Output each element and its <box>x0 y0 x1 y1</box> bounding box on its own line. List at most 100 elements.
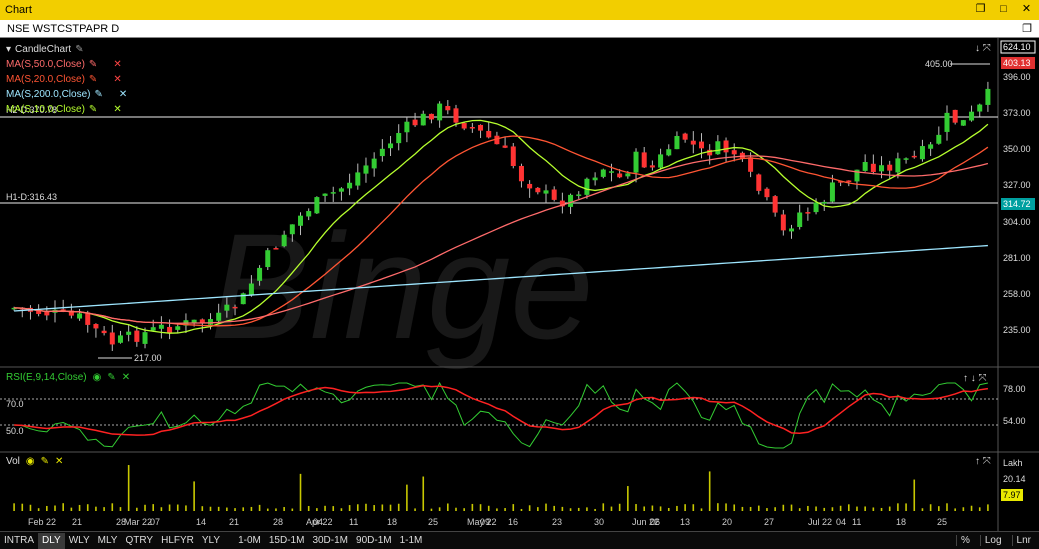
pencil-icon[interactable]: ✎ <box>75 42 83 57</box>
candle[interactable] <box>608 171 614 173</box>
remove-icon[interactable]: ✕ <box>55 456 63 467</box>
percent-toggle[interactable]: % <box>955 535 974 546</box>
candle[interactable] <box>322 193 328 196</box>
candle[interactable] <box>879 165 885 172</box>
candle[interactable] <box>952 109 958 123</box>
candle[interactable] <box>461 123 467 129</box>
candle[interactable] <box>355 172 361 186</box>
remove-icon[interactable]: ✕ <box>113 72 121 87</box>
interval-intra[interactable]: INTRA <box>0 533 38 549</box>
close-icon[interactable]: ✕ <box>1020 3 1033 16</box>
candle[interactable] <box>216 312 222 321</box>
candle[interactable] <box>44 311 50 316</box>
candle[interactable] <box>576 194 582 196</box>
candle[interactable] <box>167 326 173 333</box>
candle[interactable] <box>649 165 655 168</box>
candle[interactable] <box>437 103 443 121</box>
remove-icon[interactable]: ✕ <box>113 102 121 117</box>
candle[interactable] <box>273 248 279 250</box>
vol-label[interactable]: Vol <box>6 456 20 467</box>
candle[interactable] <box>944 112 950 132</box>
candle[interactable] <box>388 143 394 149</box>
candle[interactable] <box>486 130 492 138</box>
pencil-icon[interactable]: ✎ <box>41 456 49 467</box>
legend-ma200[interactable]: MA(S,200.0,Close) <box>6 87 90 102</box>
linear-toggle[interactable]: Lnr <box>1011 535 1035 546</box>
candle[interactable] <box>813 202 819 213</box>
candle[interactable] <box>404 121 410 133</box>
candle[interactable] <box>936 134 942 144</box>
vol-panel-arrows-icon[interactable]: ↑ ⤧ <box>975 456 991 467</box>
candle[interactable] <box>77 313 83 319</box>
candle[interactable] <box>314 197 320 214</box>
candle[interactable] <box>903 158 909 160</box>
candle[interactable] <box>764 188 770 198</box>
candle[interactable] <box>298 215 304 226</box>
candle[interactable] <box>265 250 271 268</box>
candle[interactable] <box>870 163 876 173</box>
candle[interactable] <box>985 88 991 105</box>
interval-hlfyr[interactable]: HLFYR <box>157 533 198 549</box>
remove-icon[interactable]: ✕ <box>113 57 121 72</box>
legend-ma50[interactable]: MA(S,50.0,Close) <box>6 57 85 72</box>
candle[interactable] <box>150 327 156 331</box>
restore-icon[interactable]: ❐ <box>974 3 987 16</box>
candle[interactable] <box>911 155 917 158</box>
candle[interactable] <box>518 165 524 182</box>
eye-icon[interactable]: ◉ <box>26 456 35 467</box>
candle[interactable] <box>789 228 795 232</box>
interval-mly[interactable]: MLY <box>94 533 122 549</box>
candle[interactable] <box>535 187 541 193</box>
candle[interactable] <box>224 304 230 311</box>
candle[interactable] <box>748 157 754 172</box>
candle[interactable] <box>658 154 664 168</box>
candle[interactable] <box>551 189 557 200</box>
candle[interactable] <box>330 192 336 194</box>
candle[interactable] <box>306 211 312 217</box>
candle[interactable] <box>379 148 385 157</box>
candle[interactable] <box>772 196 778 213</box>
legend-ma20[interactable]: MA(S,20.0,Close) <box>6 72 85 87</box>
candle[interactable] <box>568 194 574 207</box>
candle[interactable] <box>207 319 213 325</box>
candle[interactable] <box>527 183 533 189</box>
candle[interactable] <box>175 326 181 330</box>
candle[interactable] <box>600 169 606 177</box>
candle[interactable] <box>101 330 107 334</box>
candle[interactable] <box>257 267 263 281</box>
candle[interactable] <box>412 119 418 126</box>
candle[interactable] <box>469 127 475 129</box>
candle[interactable] <box>592 177 598 181</box>
candle[interactable] <box>338 188 344 192</box>
price-axis[interactable]: 624.10 403.13 396.00 373.00 350.00 327.0… <box>1000 40 1036 501</box>
candle[interactable] <box>919 146 925 160</box>
candle[interactable] <box>445 106 451 111</box>
candle[interactable] <box>960 120 966 126</box>
candle[interactable] <box>289 224 295 235</box>
candle[interactable] <box>625 173 631 177</box>
candle[interactable] <box>674 136 680 150</box>
candle[interactable] <box>633 151 639 173</box>
legend-ma10[interactable]: MA(S,10.0,Close) <box>6 102 85 117</box>
range-15d[interactable]: 15D-1M <box>265 533 309 549</box>
candle[interactable] <box>396 133 402 144</box>
candle[interactable] <box>969 111 975 121</box>
range-30d[interactable]: 30D-1M <box>308 533 352 549</box>
candle[interactable] <box>829 182 835 202</box>
candle[interactable] <box>682 133 688 140</box>
candle[interactable] <box>142 332 148 344</box>
candle[interactable] <box>420 113 426 126</box>
candle[interactable] <box>371 158 377 169</box>
candle[interactable] <box>715 141 721 155</box>
pencil-icon[interactable]: ✎ <box>107 372 115 383</box>
log-toggle[interactable]: Log <box>979 535 1006 546</box>
candle[interactable] <box>158 324 164 329</box>
candle[interactable] <box>690 140 696 145</box>
pencil-icon[interactable]: ✎ <box>89 72 97 87</box>
chart-area[interactable]: Binge H2-D:370.78 H1-D:316.43 405.00 217… <box>0 38 1039 531</box>
candle[interactable] <box>895 158 901 173</box>
candle[interactable] <box>363 165 369 174</box>
collapse-icon[interactable]: ▾ <box>6 42 11 57</box>
rsi-panel-arrows-icon[interactable]: ↑ ↓ ⤧ <box>963 373 987 384</box>
remove-icon[interactable]: ✕ <box>119 87 127 102</box>
